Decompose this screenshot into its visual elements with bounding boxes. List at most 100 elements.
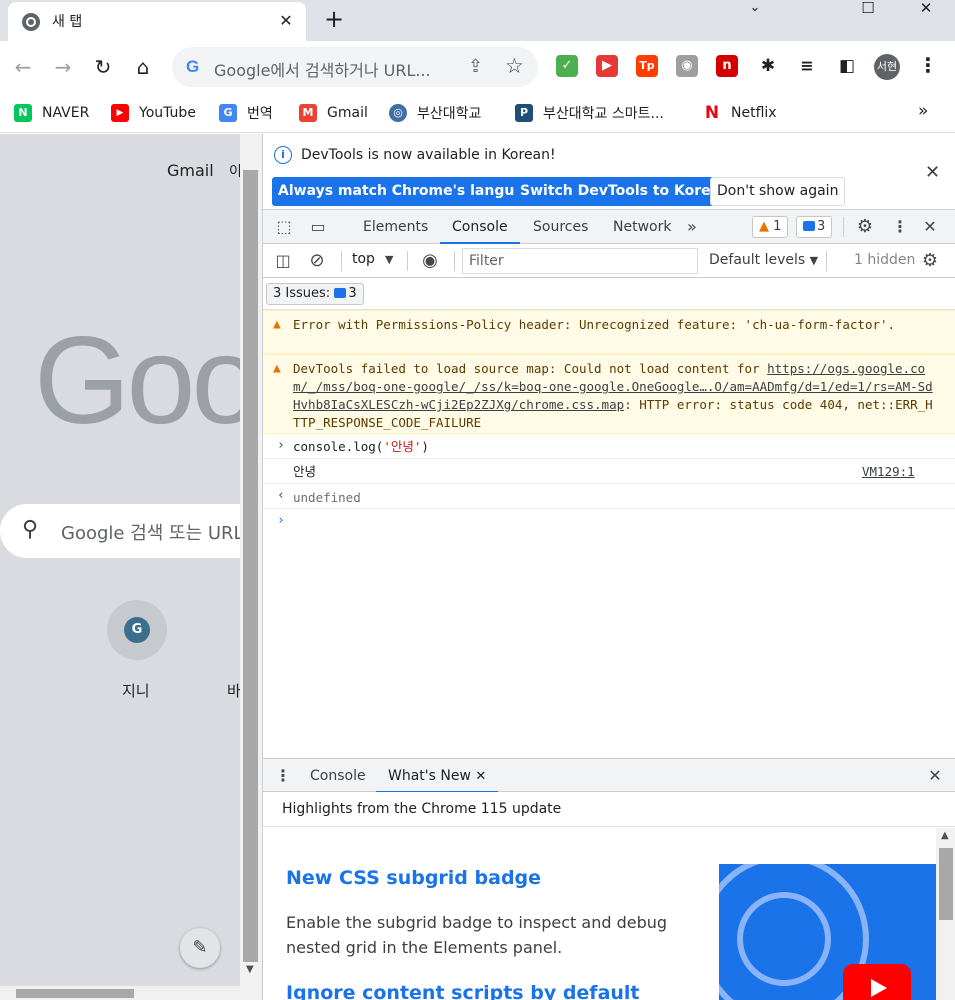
back-button[interactable]: ← <box>9 53 37 81</box>
search-icon: ⚲ <box>22 517 39 542</box>
close-drawer-icon[interactable]: ✕ <box>925 766 945 786</box>
home-button[interactable]: ⌂ <box>129 53 157 81</box>
feature-title-link[interactable]: New CSS subgrid badge <box>286 867 541 889</box>
devtools-menu-icon[interactable]: ⋮ <box>890 217 910 237</box>
scroll-up-arrow-icon[interactable]: ▲ <box>941 830 949 841</box>
close-tab-icon[interactable]: ✕ <box>475 769 486 784</box>
scrollbar-thumb[interactable] <box>16 989 134 998</box>
media-controls-icon[interactable]: ≡ <box>796 55 818 77</box>
settings-gear-icon[interactable]: ⚙ <box>855 217 875 237</box>
drawer-tab-console[interactable]: Console <box>310 759 366 793</box>
forward-button[interactable]: → <box>49 53 77 81</box>
dont-show-again-button[interactable]: Don't show again <box>710 177 846 206</box>
tab-elements[interactable]: Elements <box>363 210 428 244</box>
bookmarks-bar: N NAVER ▶ YouTube G 번역 M Gmail ◎ 부산대학교 P… <box>0 93 955 133</box>
bookmark-pnu[interactable]: ◎ 부산대학교 <box>389 101 481 125</box>
log-levels-dropdown[interactable]: Default levels ▼ <box>709 252 818 268</box>
extension-icon-2[interactable]: ▶ <box>596 55 618 77</box>
drawer-tab-whats-new[interactable]: What's New ✕ <box>375 759 499 793</box>
console-input-code[interactable]: console.log('안녕') <box>293 438 933 456</box>
bookmark-pnu-smart[interactable]: P 부산대학교 스마트... <box>515 101 664 125</box>
close-window-icon[interactable]: ✕ <box>902 0 950 20</box>
maximize-icon[interactable]: ☐ <box>844 0 892 20</box>
device-toolbar-icon[interactable]: ▭ <box>308 217 328 237</box>
share-icon[interactable]: ⇪ <box>468 56 483 77</box>
switch-to-korean-button[interactable]: Switch DevTools to Korean <box>514 177 737 206</box>
warnings-count: 1 <box>773 219 782 234</box>
console-prompt[interactable]: › <box>263 509 955 535</box>
chrome-menu-icon[interactable]: ⋮ <box>918 53 938 77</box>
console-filter-input[interactable] <box>462 248 698 274</box>
gmail-icon: M <box>299 104 317 122</box>
extension-icon-3[interactable]: Tp <box>636 55 658 77</box>
ntp-search-box[interactable]: ⚲ Google 검색 또는 URL <box>0 504 262 558</box>
issues-button[interactable]: 3 Issues: 3 <box>266 283 364 305</box>
youtube-play-icon <box>843 964 911 1000</box>
warnings-badge[interactable]: ▲ 1 <box>752 216 789 238</box>
puzzle-extensions-icon[interactable]: ✱ <box>757 55 779 77</box>
console-warning: ▲ DevTools failed to load source map: Co… <box>263 354 955 434</box>
source-location-link[interactable]: VM129:1 <box>862 464 915 479</box>
devtools-panel: i DevTools is now available in Korean! A… <box>262 134 955 1000</box>
bookmark-youtube[interactable]: ▶ YouTube <box>111 101 196 125</box>
tab-search-chevron-icon[interactable]: ⌄ <box>731 0 779 20</box>
omnibox[interactable]: G Google에서 검색하거나 URL... ⇪ ☆ <box>172 47 538 87</box>
bookmark-translate[interactable]: G 번역 <box>219 101 273 125</box>
console-return-line: ‹ undefined <box>263 484 955 509</box>
tab-close-icon[interactable]: ✕ <box>274 9 298 33</box>
ntp-vertical-scrollbar[interactable]: ▼ <box>240 134 262 1000</box>
sidebar-toggle-icon[interactable]: ◫ <box>273 251 293 271</box>
omnibox-placeholder[interactable]: Google에서 검색하거나 URL... <box>214 57 464 81</box>
whats-new-heading: Highlights from the Chrome 115 update <box>282 801 562 817</box>
bookmark-star-icon[interactable]: ☆ <box>505 54 524 78</box>
tab-new-tab[interactable]: 새 탭 ✕ <box>8 2 306 41</box>
return-value: undefined <box>293 490 361 505</box>
scrollbar-thumb[interactable] <box>939 848 953 920</box>
side-panel-icon[interactable]: ◧ <box>836 55 858 77</box>
drawer-scrollbar[interactable]: ▲ <box>936 828 955 1000</box>
chrome-update-thumbnail[interactable] <box>719 864 937 1000</box>
drawer-tab-bar: ⋮ Console What's New ✕ ✕ <box>263 758 955 793</box>
scroll-down-arrow-icon[interactable]: ▼ <box>246 964 254 975</box>
more-tabs-icon[interactable]: » <box>687 210 697 244</box>
messages-badge[interactable]: 3 <box>796 216 833 238</box>
bookmark-gmail[interactable]: M Gmail <box>299 101 368 125</box>
feature-title-link[interactable]: Ignore content scripts by default <box>286 982 640 1000</box>
shortcut-tile-genie[interactable]: G <box>107 600 167 660</box>
tab-console[interactable]: Console <box>440 210 520 244</box>
extension-icon-5[interactable]: n <box>716 55 738 77</box>
message-icon <box>803 221 815 231</box>
context-selector[interactable]: top <box>352 251 375 267</box>
clear-console-icon[interactable]: ⊘ <box>307 251 327 271</box>
profile-avatar[interactable]: 서현 <box>874 54 900 80</box>
scrollbar-thumb[interactable] <box>243 170 258 962</box>
camera-extension-icon[interactable]: ◉ <box>676 55 698 77</box>
live-expression-eye-icon[interactable]: ◉ <box>420 251 440 271</box>
whats-new-panel: Highlights from the Chrome 115 update Ne… <box>263 792 955 1000</box>
ntp-search-placeholder[interactable]: Google 검색 또는 URL <box>61 519 244 545</box>
ntp-horizontal-scrollbar[interactable] <box>0 986 240 1000</box>
drawer-menu-icon[interactable]: ⋮ <box>273 766 293 786</box>
new-tab-button[interactable]: + <box>320 6 348 34</box>
gmail-link[interactable]: Gmail <box>167 161 214 180</box>
youtube-icon: ▶ <box>111 104 129 122</box>
console-settings-gear-icon[interactable]: ⚙ <box>920 251 940 271</box>
bookmarks-overflow-button[interactable]: » <box>918 101 928 121</box>
google-g-icon: G <box>186 57 200 76</box>
console-messages: ▲ Error with Permissions-Policy header: … <box>263 310 955 758</box>
pnu-smart-icon: P <box>515 104 533 122</box>
infobar-close-icon[interactable]: ✕ <box>925 162 940 183</box>
chevron-down-icon[interactable]: ▼ <box>385 253 393 266</box>
bookmark-netflix[interactable]: N Netflix <box>703 101 777 125</box>
console-toolbar: ◫ ⊘ top ▼ ◉ Default levels ▼ 1 hidden ⚙ <box>263 244 955 278</box>
inspect-element-icon[interactable]: ⬚ <box>274 217 294 237</box>
bookmark-naver[interactable]: N NAVER <box>14 101 89 125</box>
extension-icon-1[interactable]: ✓ <box>556 55 578 77</box>
tab-network[interactable]: Network <box>613 210 671 244</box>
close-devtools-icon[interactable]: ✕ <box>920 217 940 237</box>
bookmark-label: Netflix <box>731 105 777 121</box>
tab-sources[interactable]: Sources <box>533 210 588 244</box>
always-match-language-button[interactable]: Always match Chrome's language <box>272 177 550 206</box>
reload-button[interactable]: ↻ <box>89 53 117 81</box>
customize-pencil-icon[interactable]: ✎ <box>180 928 220 968</box>
